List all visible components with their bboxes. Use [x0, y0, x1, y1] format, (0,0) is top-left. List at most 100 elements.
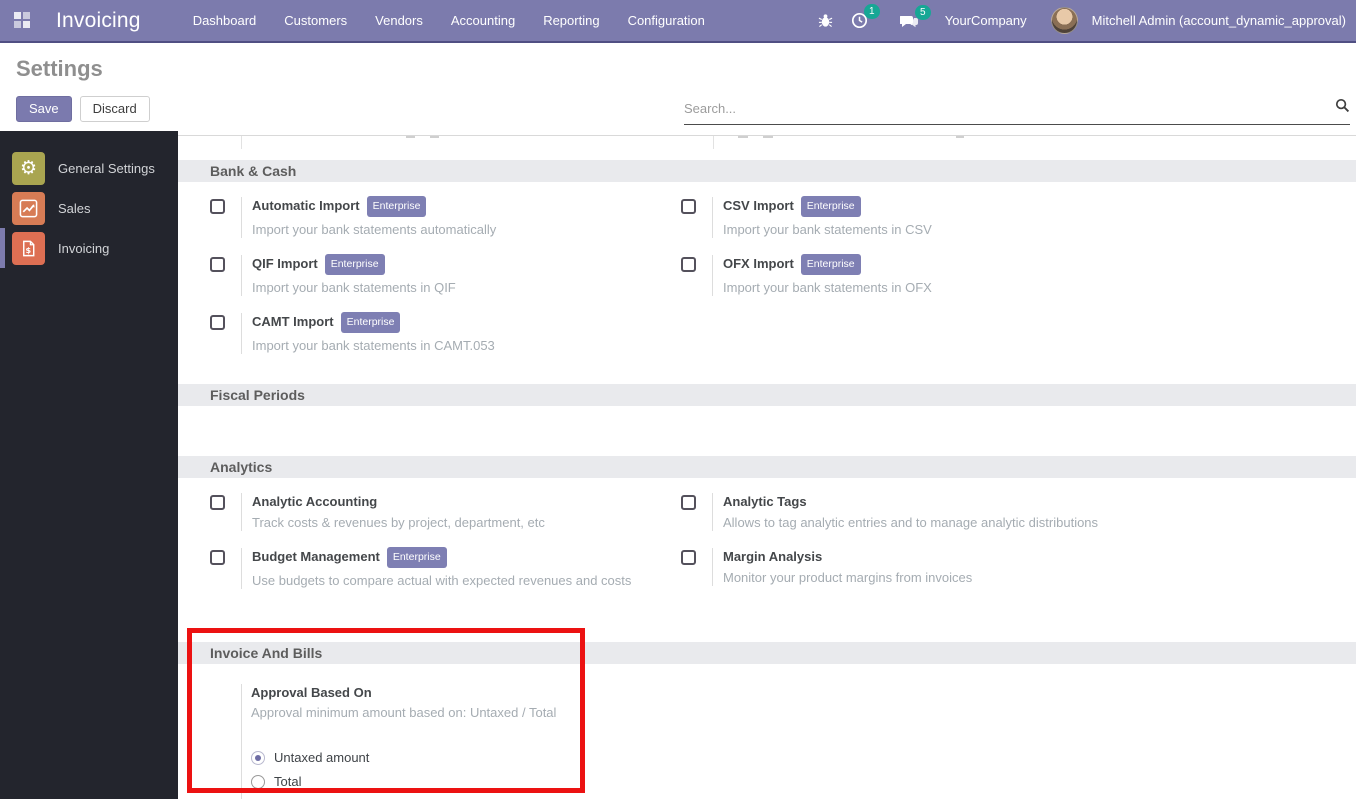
svg-text:$: $: [25, 245, 31, 254]
enterprise-badge: Enterprise: [386, 547, 447, 568]
settings-sidebar: ⚙ General Settings Sales $ Invoicing: [0, 131, 178, 799]
radio-button-unchecked[interactable]: [251, 774, 265, 789]
enterprise-badge: Enterprise: [800, 196, 861, 217]
menu-customers[interactable]: Customers: [270, 0, 361, 41]
activity-count-badge: 1: [863, 4, 880, 19]
bug-icon[interactable]: [812, 9, 839, 32]
line-chart-icon: [12, 191, 45, 225]
setting-margin-analysis: Margin Analysis Monitor your product mar…: [681, 548, 1356, 586]
checkbox-ofx-import[interactable]: [681, 257, 696, 272]
setting-title: Margin Analysis: [723, 549, 823, 564]
radio-label: Total: [274, 774, 302, 789]
checkbox-automatic-import[interactable]: [210, 199, 225, 214]
app-name[interactable]: Invoicing: [56, 9, 141, 33]
radio-option-untaxed-amount[interactable]: Untaxed amount: [251, 750, 1356, 765]
setting-description: Allows to tag analytic entries and to ma…: [723, 515, 1099, 530]
setting-description: Import your bank statements in OFX: [723, 280, 932, 295]
section-title: Analytics: [210, 459, 273, 475]
menu-configuration[interactable]: Configuration: [614, 0, 719, 41]
sidebar-item-sales[interactable]: Sales: [0, 188, 178, 228]
setting-description: Use budgets to compare actual with expec…: [252, 573, 632, 588]
setting-description: Import your bank statements automaticall…: [252, 222, 497, 237]
activities-clock-icon[interactable]: 1: [845, 4, 880, 33]
setting-ofx-import: OFX Import Enterprise Import your bank st…: [681, 254, 1356, 296]
save-button[interactable]: Save: [16, 96, 72, 122]
search-bar: [684, 98, 1350, 125]
checkbox-budget-management[interactable]: [210, 550, 225, 565]
section-title: Invoice And Bills: [210, 645, 323, 661]
bank-cash-grid: Automatic Import Enterprise Import your b…: [178, 182, 1356, 384]
messages-chat-icon[interactable]: 5: [894, 4, 931, 33]
setting-title: CSV Import: [723, 198, 794, 213]
menu-vendors[interactable]: Vendors: [361, 0, 437, 41]
checkbox-qif-import[interactable]: [210, 257, 225, 272]
section-title: Fiscal Periods: [210, 387, 305, 403]
setting-description: Monitor your product margins from invoic…: [723, 570, 973, 585]
setting-analytic-tags: Analytic Tags Allows to tag analytic ent…: [681, 493, 1356, 531]
section-header-invoice-and-bills: Invoice And Bills: [178, 642, 1356, 664]
setting-analytic-accounting: Analytic Accounting Track costs & revenu…: [210, 493, 681, 531]
discard-button[interactable]: Discard: [79, 96, 150, 122]
control-panel: Settings Save Discard: [0, 43, 1356, 131]
checkbox-analytic-tags[interactable]: [681, 495, 696, 510]
menu-dashboard[interactable]: Dashboard: [179, 0, 271, 41]
company-menu[interactable]: YourCompany: [945, 13, 1027, 28]
setting-description: Import your bank statements in QIF: [252, 280, 456, 295]
invoicing-settings-page: Invoicing Dashboard Customers Vendors Ac…: [0, 0, 1356, 799]
analytics-grid: Analytic Accounting Track costs & revenu…: [178, 478, 1356, 642]
setting-title: CAMT Import: [252, 314, 334, 329]
setting-title: Budget Management: [252, 549, 380, 564]
menu-accounting[interactable]: Accounting: [437, 0, 529, 41]
enterprise-badge: Enterprise: [324, 254, 385, 275]
radio-button-checked[interactable]: [251, 750, 265, 765]
section-header-analytics: Analytics: [178, 456, 1356, 478]
setting-description: Import your bank statements in CAMT.053: [252, 338, 495, 353]
checkbox-camt-import[interactable]: [210, 315, 225, 330]
setting-title: Analytic Tags: [723, 494, 807, 509]
setting-automatic-import: Automatic Import Enterprise Import your b…: [210, 196, 681, 238]
user-menu[interactable]: Mitchell Admin (account_dynamic_approval…: [1092, 13, 1346, 28]
radio-option-total[interactable]: Total: [251, 774, 1356, 789]
approval-based-on-setting: Approval Based On Approval minimum amoun…: [210, 684, 1356, 799]
setting-budget-management: Budget Management Enterprise Use budgets …: [210, 547, 681, 589]
invoice-document-icon: $: [12, 231, 45, 265]
checkbox-margin-analysis[interactable]: [681, 550, 696, 565]
sidebar-item-general-settings[interactable]: ⚙ General Settings: [0, 148, 178, 188]
page-title: Settings: [16, 56, 103, 81]
clipped-row-remnant: [178, 131, 1356, 160]
sidebar-item-label: Invoicing: [58, 240, 110, 256]
divider: [241, 684, 242, 799]
sidebar-item-label: General Settings: [58, 160, 155, 176]
settings-content: Bank & Cash Automatic Import Enterprise I…: [178, 131, 1356, 799]
checkbox-analytic-accounting[interactable]: [210, 495, 225, 510]
enterprise-badge: Enterprise: [366, 196, 427, 217]
setting-csv-import: CSV Import Enterprise Import your bank st…: [681, 196, 1356, 238]
setting-description: Approval minimum amount based on: Untaxe…: [251, 705, 557, 720]
gear-icon: ⚙: [12, 151, 45, 185]
setting-title: Analytic Accounting: [252, 494, 378, 509]
setting-title: OFX Import: [723, 256, 794, 271]
search-input[interactable]: [684, 100, 1329, 116]
setting-description: Track costs & revenues by project, depar…: [252, 515, 545, 530]
sidebar-item-label: Sales: [58, 200, 91, 216]
setting-title: Automatic Import: [252, 198, 360, 213]
setting-title: QIF Import: [252, 256, 318, 271]
section-title: Bank & Cash: [210, 163, 297, 179]
user-avatar[interactable]: [1050, 7, 1078, 34]
section-header-bank-cash: Bank & Cash: [178, 160, 1356, 182]
menu-reporting[interactable]: Reporting: [529, 0, 613, 41]
magnifier-icon[interactable]: [1335, 98, 1350, 118]
section-header-fiscal-periods: Fiscal Periods: [178, 384, 1356, 406]
nav-right-icons: 1 5 YourCompany Mitchell Admin (account_…: [812, 4, 1346, 34]
checkbox-csv-import[interactable]: [681, 199, 696, 214]
sidebar-item-invoicing[interactable]: $ Invoicing: [0, 228, 178, 268]
radio-label: Untaxed amount: [274, 750, 370, 765]
apps-grid-icon[interactable]: [14, 12, 31, 29]
enterprise-badge: Enterprise: [800, 254, 861, 275]
nav-menu: Dashboard Customers Vendors Accounting R…: [179, 0, 719, 41]
top-nav: Invoicing Dashboard Customers Vendors Ac…: [0, 0, 1356, 43]
message-count-badge: 5: [914, 4, 931, 20]
setting-camt-import: CAMT Import Enterprise Import your bank s…: [210, 312, 681, 354]
setting-qif-import: QIF Import Enterprise Import your bank st…: [210, 254, 681, 296]
setting-description: Import your bank statements in CSV: [723, 222, 932, 237]
